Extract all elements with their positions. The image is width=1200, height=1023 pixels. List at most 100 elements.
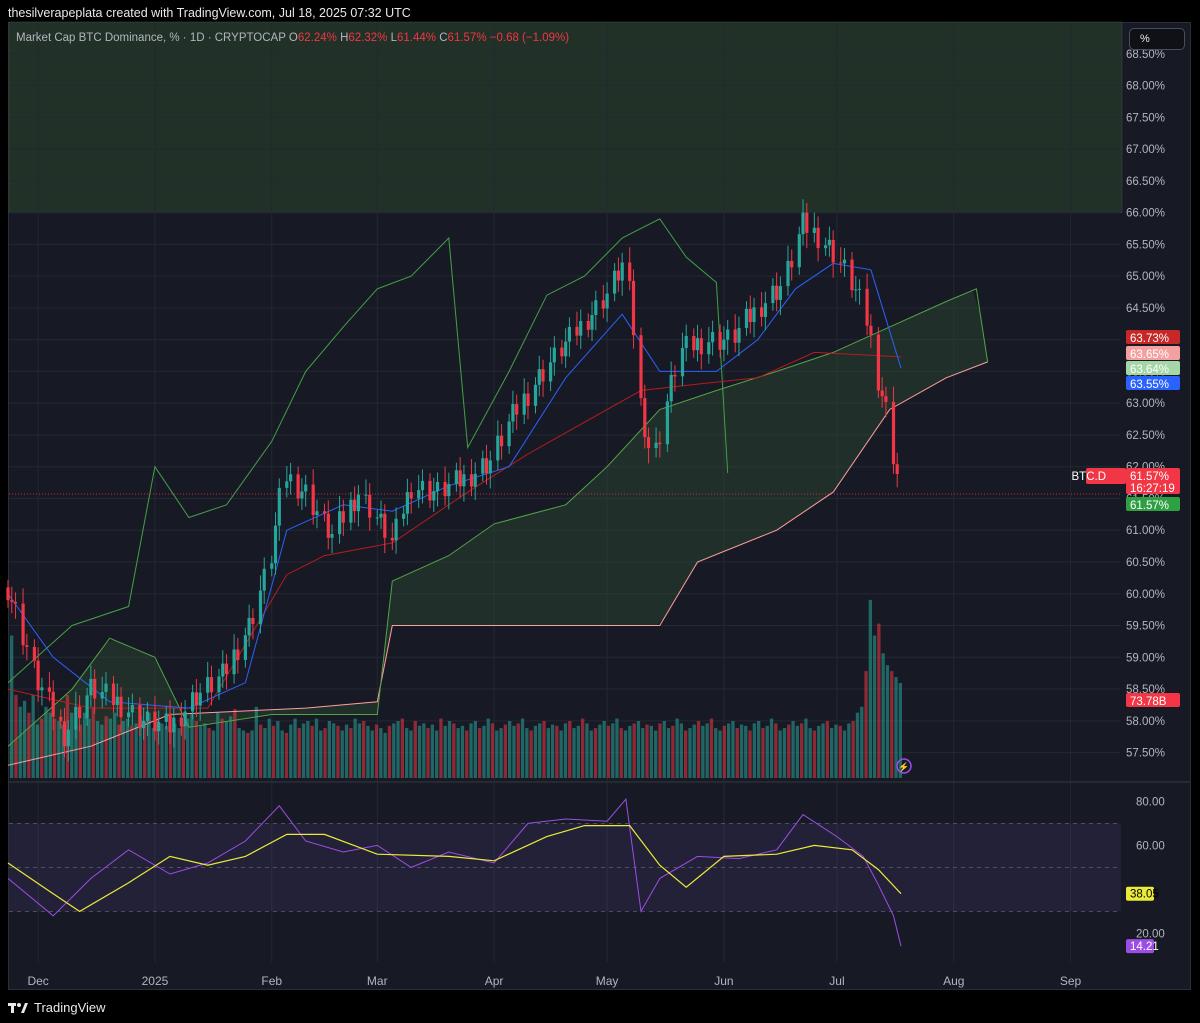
volume-bar [830,728,834,778]
candle-body [198,692,202,706]
candle-body [390,537,394,541]
candle-body [364,494,368,496]
candle-body [40,687,44,691]
btcd-label-name: BTC.D [1072,471,1107,483]
volume-bar [336,725,340,779]
chart-svg[interactable]: 57.50%58.00%58.50%59.00%59.50%60.00%60.5… [0,0,1200,1023]
y-tick-label-7: 61.00% [1126,525,1165,537]
legend-low: 61.44% [397,32,437,44]
candle-body [515,404,519,415]
volume-bar [301,723,306,778]
volume-bar [486,718,490,778]
candle-body [435,482,440,492]
volume-bar [233,709,237,778]
candle-body [816,227,820,249]
volume-bar [18,706,22,779]
candle-body [409,492,413,499]
candle-body [432,491,436,501]
y-tick-label-19: 67.00% [1126,144,1165,156]
candle-body [138,705,142,729]
volume-bar [851,721,855,778]
candle-body [684,336,688,348]
legend-high: 62.32% [348,32,388,44]
volume-bar [623,730,628,778]
candle-body [692,336,696,351]
candle-body [827,239,831,246]
volume-bar [259,724,263,778]
candle-body [236,649,240,660]
volume-bar [490,723,495,778]
volume-bar [310,725,314,779]
volume-bar [696,721,701,778]
volume-bar [821,723,825,778]
volume-bar [529,730,533,778]
candle-body [842,259,847,264]
candle-body [718,332,722,350]
volume-bar [409,730,413,778]
volume-bar [190,712,194,778]
candle-body [322,511,327,514]
volume-bar [95,721,100,778]
volume-bar [636,721,641,778]
volume-bar [40,718,44,778]
candle-body [379,513,383,518]
y-tick-label-20: 67.50% [1126,112,1165,124]
volume-bar [847,723,851,778]
candle-body [511,404,515,422]
percent-scale-button[interactable]: % [1129,28,1185,50]
candle-body [62,721,67,747]
volume-bar [203,723,207,778]
volume-bar [735,728,739,778]
volume-bar [465,730,469,778]
volume-bar [439,718,443,778]
x-tick-label-3: Mar [367,974,388,988]
candle-body [304,484,308,492]
volume-bar [405,728,409,778]
volume-bar [727,723,731,778]
volume-bar [804,718,808,778]
x-tick-label-4: Apr [485,974,504,988]
candle-body [594,300,598,315]
volume-bar [280,730,284,778]
candle-body [567,326,571,342]
volume-bar [198,725,203,779]
x-tick-label-2: Feb [261,974,282,988]
candle-body [541,369,545,382]
volume-bar [825,721,829,778]
candle-body [270,563,274,569]
volume-bar [877,623,881,778]
volume-bar [31,694,35,778]
volume-bar [619,728,623,778]
volume-bar [563,723,568,778]
volume-bar [791,721,795,778]
volume-bar [344,724,349,778]
volume-bar [396,721,400,778]
conversion-tag-text-0: 63.55% [1130,379,1169,391]
candle-body [488,460,492,474]
volume-bar [769,718,774,778]
candle-body [10,600,14,602]
candle-body [722,339,726,350]
volume-bar [787,724,791,778]
volume-bar [679,723,683,778]
volume-bar [366,725,370,779]
candle-body [831,239,835,263]
volume-bar [125,718,130,778]
volume-bar [108,718,112,778]
candle-body [111,683,116,705]
candle-body [560,347,564,357]
volume-bar [838,725,842,779]
y-tick-label-16: 65.50% [1126,239,1165,251]
y-tick-label-14: 64.50% [1126,303,1165,315]
volume-bar [78,724,82,778]
volume-bar [323,728,327,778]
candle-body [496,435,500,461]
candle-body [797,234,801,268]
candle-body [473,473,477,487]
candle-body [744,308,749,328]
volume-bar [276,721,280,778]
candle-body [850,259,854,291]
candle-body [383,513,387,538]
candle-body [273,525,278,564]
volume-bar [765,725,769,779]
